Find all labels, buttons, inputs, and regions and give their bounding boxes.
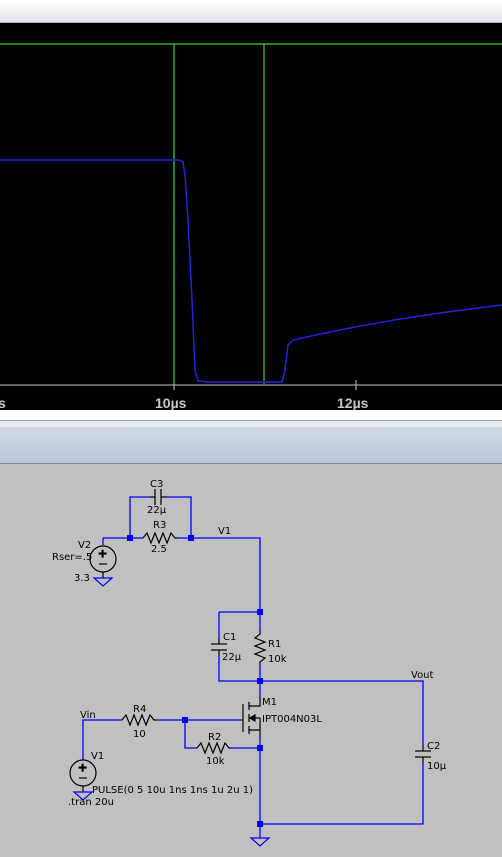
label-r2-name: R2 xyxy=(208,732,221,743)
label-r4-value: 10 xyxy=(133,729,146,740)
label-r4-name: R4 xyxy=(133,704,146,715)
trace-input-pulse[interactable] xyxy=(0,43,502,384)
wire-v1-net xyxy=(177,537,261,612)
schematic-canvas[interactable]: + + C3 22µ R3 2.5 V1 V2 Rser=.5 3.3 C1 2… xyxy=(0,464,502,852)
wire-c3-right xyxy=(167,496,192,538)
label-net-vout: Vout xyxy=(411,670,434,681)
label-tran-directive: .tran 20u xyxy=(68,797,114,808)
label-v2-name: V2 xyxy=(78,540,91,551)
wire-vout-net xyxy=(260,680,424,745)
wire-c2-bottom xyxy=(260,763,424,825)
label-c1-name: C1 xyxy=(223,632,236,643)
resistor-r2[interactable] xyxy=(196,741,230,755)
label-c3-value: 22µ xyxy=(147,505,167,516)
label-r3-name: R3 xyxy=(153,520,166,531)
trace-output[interactable] xyxy=(0,159,502,383)
svg-text:+: + xyxy=(78,761,87,774)
label-c2-value: 10µ xyxy=(427,761,447,772)
label-c1-value: 22µ xyxy=(222,652,242,663)
x-tick-label-start: s xyxy=(0,395,6,411)
label-c3-name: C3 xyxy=(150,479,163,490)
resistor-r4[interactable] xyxy=(121,713,157,727)
label-net-vin: Vin xyxy=(80,710,96,721)
label-r1-name: R1 xyxy=(268,639,281,650)
waveform-plot-area[interactable]: s 10µs 12µs xyxy=(0,23,502,411)
label-r1-value: 10k xyxy=(268,654,287,665)
waveform-svg xyxy=(0,43,502,390)
wire-r2-left xyxy=(184,720,197,749)
waveform-titlebar[interactable] xyxy=(0,0,502,23)
label-r2-value: 10k xyxy=(206,756,225,767)
label-m1-model: IPT004N03L xyxy=(262,714,322,725)
schematic-titlebar[interactable] xyxy=(0,427,502,464)
waveform-window-bottom-edge xyxy=(0,410,502,420)
waveform-window: s 10µs 12µs xyxy=(0,0,502,420)
resistor-r1[interactable] xyxy=(253,630,267,665)
label-r3-value: 2.5 xyxy=(151,544,167,555)
label-v1-name: V1 xyxy=(91,751,104,762)
resistor-r3[interactable] xyxy=(142,531,177,545)
x-tick-label-10us: 10µs xyxy=(155,395,187,411)
label-v2-param: Rser=.5 xyxy=(52,552,92,563)
label-net-v1: V1 xyxy=(218,526,231,537)
schematic-window: + + C3 22µ R3 2.5 V1 V2 Rser=.5 3.3 C1 2… xyxy=(0,420,502,852)
capacitor-c3[interactable] xyxy=(150,489,167,505)
voltage-source-v2[interactable]: + xyxy=(89,545,117,587)
label-m1-name: M1 xyxy=(262,697,277,708)
x-tick-label-12us: 12µs xyxy=(337,395,369,411)
mosfet-m1[interactable] xyxy=(242,697,261,738)
labels: C3 22µ R3 2.5 V1 V2 Rser=.5 3.3 C1 22µ R… xyxy=(52,479,447,808)
wire-c3-left xyxy=(129,496,150,538)
schematic-svg: + + C3 22µ R3 2.5 V1 V2 Rser=.5 3.3 C1 2… xyxy=(52,479,447,847)
label-v2-value: 3.3 xyxy=(74,573,90,584)
label-c2-name: C2 xyxy=(427,741,440,752)
ground-symbol xyxy=(249,837,271,847)
svg-text:+: + xyxy=(98,547,107,560)
label-v1-source: PULSE(0 5 10u 1ns 1ns 1u 2u 1) xyxy=(92,785,253,796)
